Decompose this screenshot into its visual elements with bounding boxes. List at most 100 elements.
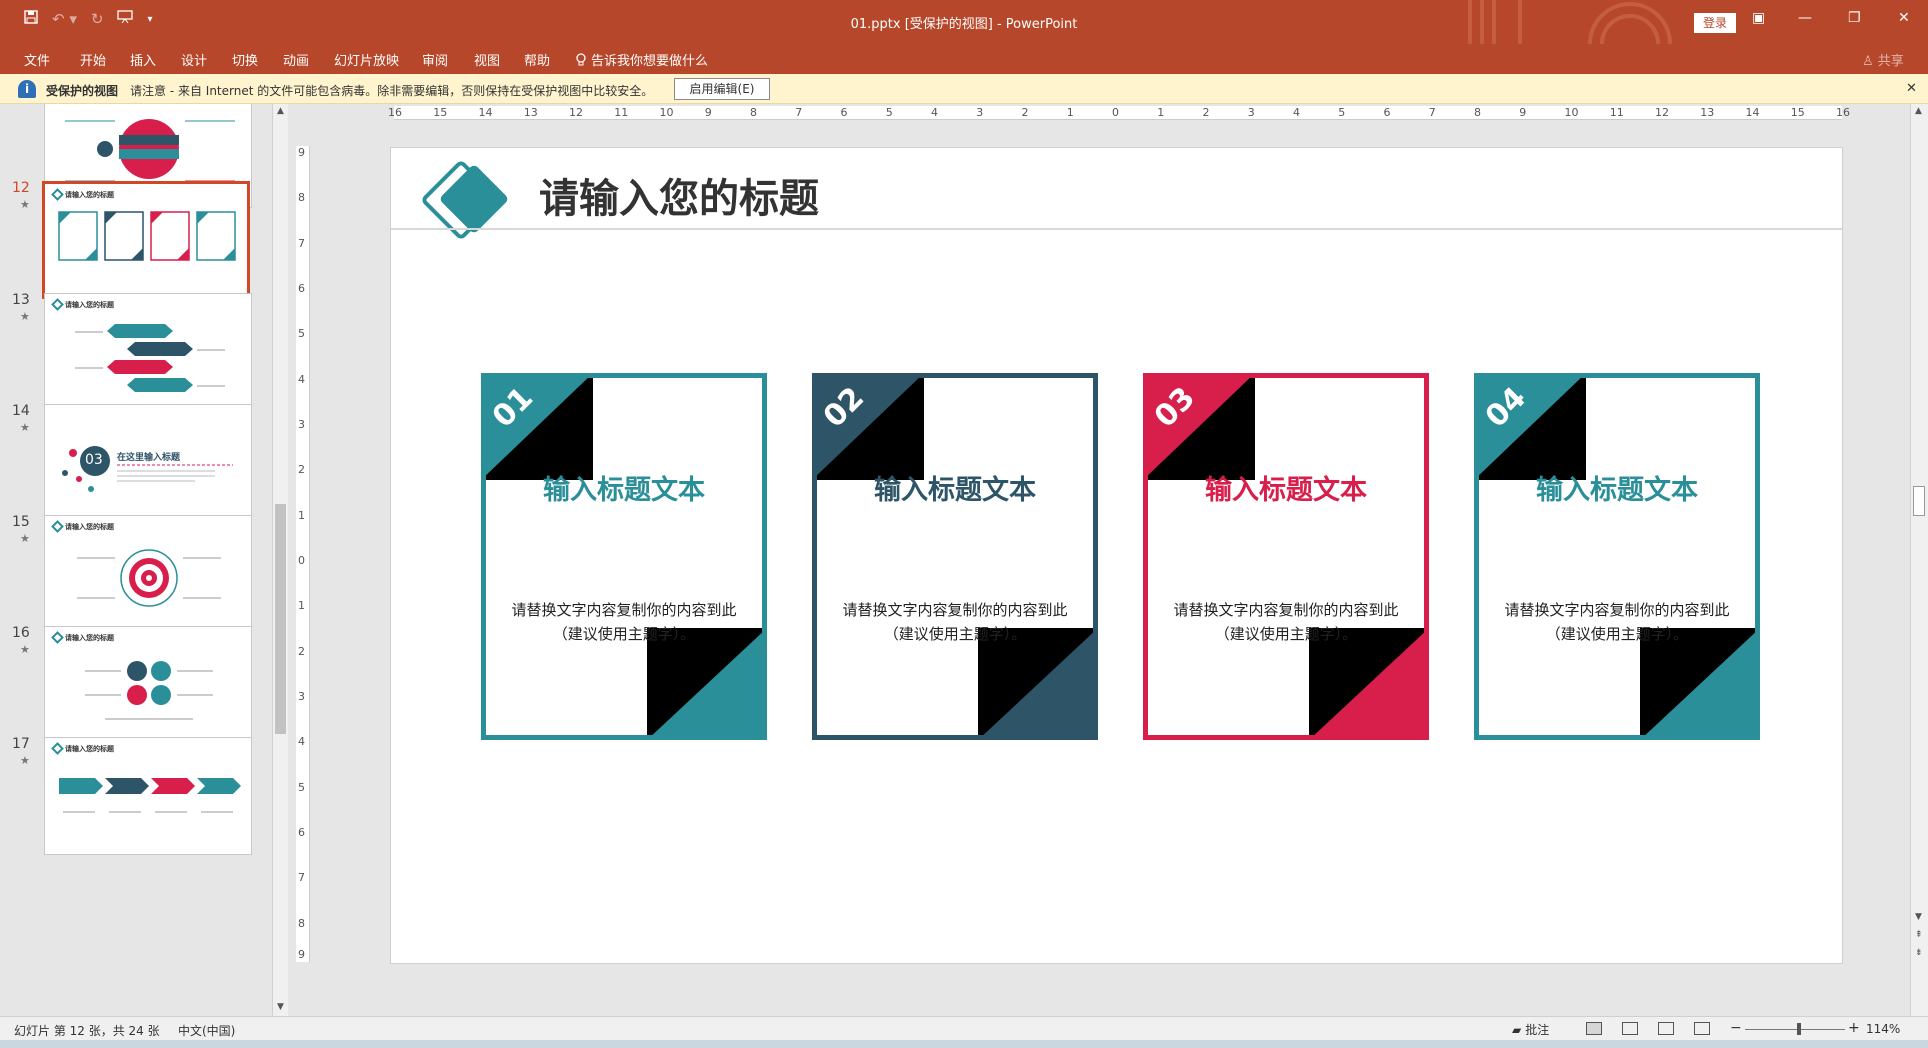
share-button[interactable]: ♙ 共享 — [1862, 50, 1904, 69]
ruler-tick: 0 — [298, 554, 305, 567]
tab-home[interactable]: 开始 — [80, 50, 106, 69]
ruler-tick: 9 — [298, 948, 305, 961]
tab-animations[interactable]: 动画 — [283, 50, 309, 69]
card-04[interactable]: 04 输入标题文本 请替换文字内容复制你的内容到此（建议使用主题字）。 — [1474, 373, 1760, 740]
login-button[interactable]: 登录 — [1694, 13, 1736, 33]
thumbnails-scroll-thumb[interactable] — [275, 504, 286, 734]
lightbulb-icon — [576, 52, 586, 65]
normal-view-icon[interactable] — [1586, 1022, 1602, 1035]
document-title: 01.pptx [受保护的视图] - PowerPoint — [850, 17, 1078, 32]
tab-transitions[interactable]: 切换 — [232, 50, 258, 69]
ruler-tick: 6 — [298, 282, 305, 295]
slide-thumbnail-12[interactable]: 请输入您的标题 — [42, 181, 250, 299]
title-bar: ↶ ▾ ↻ ▾ 01.pptx [受保护的视图] - PowerPoint 登录… — [0, 0, 1928, 44]
card-03[interactable]: 03 输入标题文本 请替换文字内容复制你的内容到此（建议使用主题字）。 — [1143, 373, 1429, 740]
slideshow-view-icon[interactable] — [1694, 1022, 1710, 1035]
reading-view-icon[interactable] — [1658, 1022, 1674, 1035]
slide-thumbnail-17[interactable]: 请输入您的标题 — [44, 737, 252, 855]
comments-label: 批注 — [1525, 1023, 1550, 1037]
ruler-tick: 7 — [1428, 106, 1436, 119]
minimize-icon[interactable]: — — [1798, 10, 1812, 26]
ruler-tick: 5 — [298, 327, 305, 341]
tab-review[interactable]: 审阅 — [422, 50, 448, 69]
ruler-tick: 8 — [1474, 106, 1481, 119]
scroll-down-icon[interactable]: ▼ — [277, 1002, 284, 1012]
ruler-tick: 2 — [298, 463, 305, 477]
thumb-number-16: 16 — [12, 625, 30, 641]
thumb-14-badge: 03 — [85, 452, 103, 468]
close-icon[interactable]: ✕ — [1898, 10, 1910, 26]
slide-title[interactable]: 请输入您的标题 — [539, 166, 819, 224]
zoom-slider-track[interactable] — [1745, 1029, 1845, 1030]
ruler-tick: 10 — [1564, 106, 1579, 119]
thumbnails-scrollbar[interactable]: ▲ ▼ — [272, 104, 288, 1016]
tab-slideshow[interactable]: 幻灯片放映 — [334, 50, 399, 69]
ruler-tick: 3 — [976, 106, 984, 119]
ruler-tick: 7 — [795, 106, 803, 119]
close-bar-icon[interactable]: ✕ — [1906, 81, 1917, 96]
tab-view[interactable]: 视图 — [474, 50, 500, 69]
comments-button[interactable]: ▰ 批注 — [1512, 1021, 1549, 1038]
slide-thumbnail-16[interactable]: 请输入您的标题 — [44, 626, 252, 744]
card-01[interactable]: 01 输入标题文本 请替换文字内容复制你的内容到此（建议使用主题字）。 — [481, 373, 767, 740]
protected-view-title: 受保护的视图 — [46, 84, 119, 98]
zoom-in-icon[interactable]: + — [1848, 1020, 1860, 1036]
ruler-tick: 4 — [1293, 106, 1300, 119]
ribbon-tabs: 文件 开始 插入 设计 切换 动画 幻灯片放映 审阅 视图 帮助 告诉我你想要做… — [0, 44, 1928, 74]
powerpoint-window: ↶ ▾ ↻ ▾ 01.pptx [受保护的视图] - PowerPoint 登录… — [0, 0, 1928, 1048]
slide-sorter-icon[interactable] — [1622, 1022, 1638, 1035]
card-01-corner-top — [486, 378, 593, 480]
share-label: 共享 — [1877, 54, 1904, 69]
next-slide-icon[interactable]: ⇟ — [1915, 948, 1923, 958]
tell-me-box[interactable]: 告诉我你想要做什么 — [575, 50, 708, 69]
ruler-tick: 8 — [750, 106, 757, 119]
card-02-body: 请替换文字内容复制你的内容到此（建议使用主题字）。 — [842, 601, 1068, 643]
previous-slide-icon[interactable]: ⇞ — [1915, 930, 1923, 940]
ruler-tick: 5 — [1338, 106, 1346, 119]
card-04-corner-top — [1479, 378, 1586, 480]
thumb-15-graphic — [77, 549, 221, 607]
thumb-title-14: 在这里输入标题 — [117, 453, 181, 463]
thumb-star-icon: ★ — [20, 198, 30, 211]
zoom-level[interactable]: 114% — [1866, 1022, 1900, 1036]
ruler-tick: 2 — [298, 644, 305, 658]
zoom-slider-thumb[interactable] — [1797, 1023, 1801, 1035]
language-indicator[interactable]: 中文(中国) — [178, 1022, 235, 1039]
thumb-star-icon: ★ — [20, 310, 30, 323]
restore-icon[interactable]: ❐ — [1848, 10, 1861, 26]
status-bar: 幻灯片 第 12 张，共 24 张 中文(中国) ▰ 批注 − + 114% — [0, 1016, 1928, 1040]
tab-file[interactable]: 文件 — [24, 50, 50, 69]
card-03-title: 输入标题文本 — [1205, 475, 1367, 506]
tell-me-label: 告诉我你想要做什么 — [591, 54, 709, 69]
tab-design[interactable]: 设计 — [181, 50, 207, 69]
scroll-down-icon[interactable]: ▼ — [1915, 912, 1922, 922]
thumb-12-cards — [58, 211, 236, 261]
ruler-tick: 9 — [704, 106, 712, 119]
card-02[interactable]: 02 输入标题文本 请替换文字内容复制你的内容到此（建议使用主题字）。 — [812, 373, 1098, 740]
slide-thumbnail-15[interactable]: 请输入您的标题 — [44, 515, 252, 633]
card-01-body: 请替换文字内容复制你的内容到此（建议使用主题字）。 — [511, 601, 737, 643]
zoom-out-icon[interactable]: − — [1730, 1020, 1742, 1036]
slide-thumbnail-14[interactable]: 03 在这里输入标题 — [44, 404, 252, 522]
slide-canvas[interactable]: 请输入您的标题 01 输入标题文本 请替换文字内容复制你的内容到此（建议使用主题… — [390, 147, 1843, 964]
slide-scrollbar[interactable]: ▲ ▼ ⇞ ⇟ — [1910, 104, 1928, 1016]
ruler-tick: 13 — [1700, 106, 1715, 119]
ruler-tick: 3 — [1247, 106, 1255, 119]
card-04-title: 输入标题文本 — [1536, 475, 1698, 506]
tab-help[interactable]: 帮助 — [524, 50, 550, 69]
ruler-tick: 1 — [298, 508, 305, 522]
protected-view-bar: i 受保护的视图 请注意 - 来自 Internet 的文件可能包含病毒。除非需… — [0, 74, 1928, 104]
ruler-tick: 12 — [569, 106, 583, 119]
enable-editing-button[interactable]: 启用编辑(E) — [674, 78, 770, 100]
vertical-ruler: 9 8 7 6 5 4 3 2 1 0 1 2 3 4 5 6 7 8 9 — [296, 146, 310, 962]
scroll-up-icon[interactable]: ▲ — [1915, 106, 1922, 116]
ribbon-display-icon[interactable]: ▣ — [1752, 10, 1765, 26]
ruler-tick: 11 — [1609, 106, 1624, 119]
tab-insert[interactable]: 插入 — [130, 50, 156, 69]
horizontal-ruler: 16 15 14 13 12 11 10 9 8 7 6 5 4 3 2 1 0 1 2 3 4 5 6 7 8 9 10 11 12 1… — [388, 106, 1850, 120]
slide-scroll-thumb[interactable] — [1913, 486, 1925, 516]
scroll-up-icon[interactable]: ▲ — [277, 106, 284, 116]
taskbar-edge — [0, 1040, 1928, 1048]
thumb-star-icon: ★ — [20, 754, 30, 767]
slide-thumbnail-13[interactable]: 请输入您的标题 — [44, 293, 252, 411]
